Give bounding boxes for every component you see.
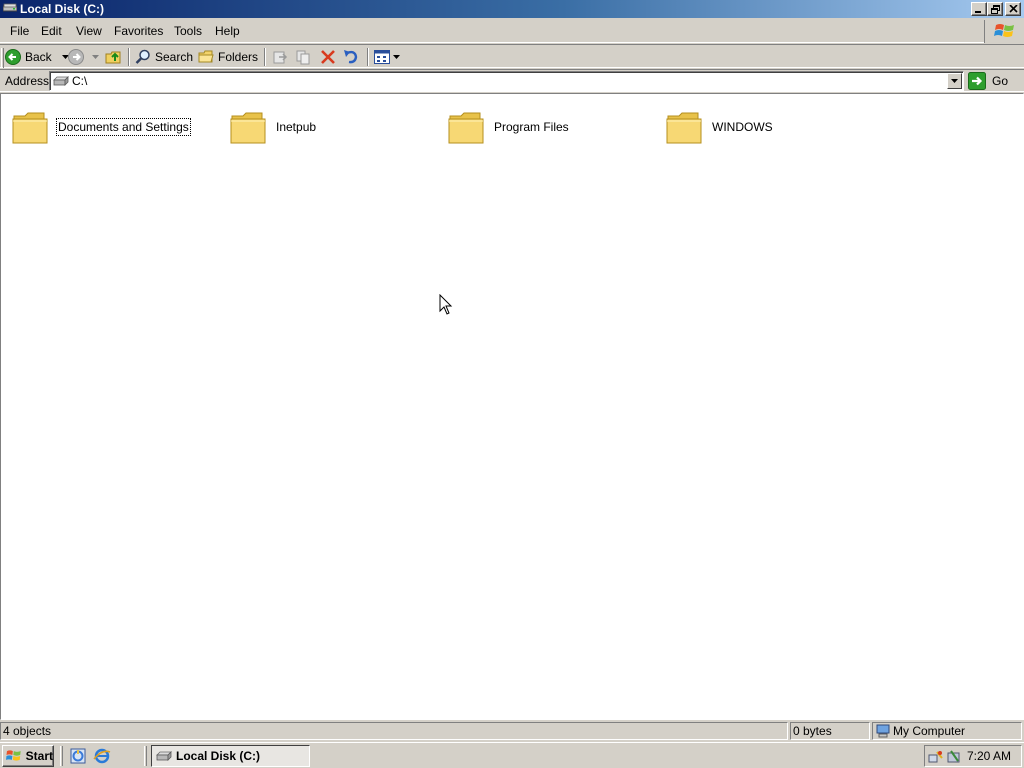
views-dropdown-icon: [393, 55, 400, 59]
minimize-icon: [975, 11, 981, 13]
start-label: Start: [25, 749, 53, 763]
forward-dropdown-icon[interactable]: [92, 55, 99, 59]
folder-item[interactable]: Inetpub: [229, 107, 316, 147]
close-icon: [1008, 5, 1018, 13]
title-bar[interactable]: Local Disk (C:): [0, 0, 1024, 18]
folder-icon: [12, 112, 48, 144]
delete-icon: [321, 50, 335, 64]
my-computer-icon: [876, 724, 890, 738]
restore-icon: [990, 4, 1000, 14]
forward-button[interactable]: [68, 47, 99, 67]
taskbar-item-local-disk[interactable]: Local Disk (C:): [151, 745, 310, 767]
menu-bar: File Edit View Favorites Tools Help: [0, 20, 1024, 43]
toolbar-separator: [367, 48, 369, 66]
menu-edit[interactable]: Edit: [39, 24, 64, 39]
close-button[interactable]: [1005, 2, 1021, 16]
taskbar-item-label: Local Disk (C:): [176, 749, 261, 763]
restore-button[interactable]: [987, 2, 1003, 16]
start-button[interactable]: Start: [2, 745, 54, 767]
standard-toolbar: Back Search Folders: [0, 44, 1024, 68]
taskbar: Start Local Disk (C:) 7:20 AM: [0, 742, 1024, 768]
go-button[interactable]: Go: [968, 71, 1018, 91]
drive-icon: [3, 3, 17, 12]
folder-name: Program Files: [494, 120, 569, 134]
drive-icon: [156, 751, 172, 761]
go-label: Go: [992, 74, 1009, 88]
status-location: My Computer: [872, 722, 1022, 740]
folder-name: WINDOWS: [712, 120, 773, 134]
copy-to-button[interactable]: [296, 47, 312, 67]
undo-icon: [344, 50, 358, 64]
drive-icon: [53, 76, 69, 86]
delete-button[interactable]: [320, 47, 336, 67]
status-object-count: 4 objects: [0, 722, 788, 740]
folders-icon: [198, 50, 214, 63]
status-size: 0 bytes: [790, 722, 870, 740]
folder-icon: [666, 112, 702, 144]
move-to-button[interactable]: [272, 47, 288, 67]
folder-item[interactable]: Program Files: [447, 107, 569, 147]
address-label: Address: [5, 74, 50, 88]
windows-logo: [984, 20, 1024, 43]
explorer-window: Local Disk (C:) File Edit View Favorites…: [0, 0, 1024, 768]
up-folder-button[interactable]: [105, 47, 123, 67]
network-icon[interactable]: [928, 749, 944, 765]
menu-view[interactable]: View: [74, 24, 104, 39]
minimize-button[interactable]: [971, 2, 987, 16]
toolbar-separator: [128, 48, 130, 66]
folder-name: Inetpub: [276, 120, 317, 134]
back-button[interactable]: Back: [5, 47, 69, 67]
menu-favorites[interactable]: Favorites: [112, 24, 165, 39]
file-list-view[interactable]: Documents and Settings Inetpub Program F…: [0, 93, 1024, 720]
undo-button[interactable]: [343, 47, 359, 67]
folder-icon: [448, 112, 484, 144]
clock[interactable]: 7:20 AM: [967, 749, 1011, 763]
go-arrow-icon: [968, 72, 986, 90]
address-input[interactable]: C:\: [49, 71, 964, 91]
copy-to-icon: [296, 50, 310, 65]
status-location-label: My Computer: [893, 724, 966, 738]
search-label: Search: [155, 50, 194, 64]
back-arrow-icon: [5, 49, 21, 65]
folders-label: Folders: [218, 50, 259, 64]
address-bar: Address C:\ Go: [0, 69, 1024, 92]
address-value: C:\: [72, 74, 88, 88]
menu-file[interactable]: File: [8, 24, 31, 39]
search-button[interactable]: Search: [135, 47, 193, 67]
views-icon: [374, 50, 390, 64]
windows-flag-icon: [994, 24, 1014, 37]
windows-flag-icon: [6, 750, 21, 761]
status-bar: 4 objects 0 bytes My Computer: [0, 721, 1024, 741]
folder-name: Documents and Settings: [56, 118, 191, 136]
server-management-icon[interactable]: [69, 747, 87, 765]
folder-item[interactable]: Documents and Settings: [11, 107, 191, 147]
system-tray: 7:20 AM: [924, 745, 1022, 767]
internet-explorer-icon[interactable]: [93, 747, 111, 765]
toolbar-separator: [264, 48, 266, 66]
up-folder-icon: [105, 51, 121, 64]
forward-arrow-icon: [68, 49, 84, 65]
search-icon: [135, 49, 150, 64]
security-tray-icon[interactable]: [946, 749, 962, 765]
toolbar-grip[interactable]: [1, 48, 4, 68]
folders-button[interactable]: Folders: [198, 47, 258, 67]
menu-tools[interactable]: Tools: [172, 24, 204, 39]
move-to-icon: [273, 51, 288, 64]
menu-help[interactable]: Help: [213, 24, 242, 39]
window-title: Local Disk (C:): [20, 2, 105, 16]
folder-icon: [230, 112, 266, 144]
address-dropdown-button[interactable]: [947, 73, 962, 89]
taskbar-grip[interactable]: [60, 746, 63, 766]
taskbar-grip[interactable]: [144, 746, 147, 766]
back-label: Back: [25, 50, 52, 64]
mouse-cursor-icon: [439, 294, 453, 315]
chevron-down-icon: [951, 79, 958, 83]
folder-item[interactable]: WINDOWS: [665, 107, 773, 147]
views-button[interactable]: [374, 47, 400, 67]
